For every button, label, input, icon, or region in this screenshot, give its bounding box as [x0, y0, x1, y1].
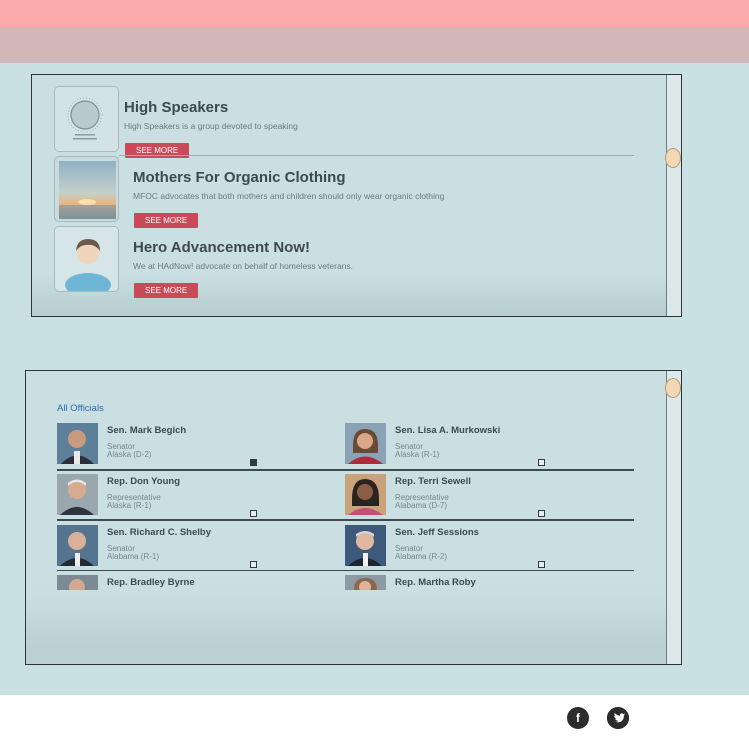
all-officials-link[interactable]: All Officials	[57, 403, 104, 414]
org-card-hero-advancement-now: Hero Advancement Now! We at HAdNow! advo…	[54, 226, 654, 298]
org-description: We at HAdNow! advocate on behalf of home…	[133, 261, 354, 271]
official-district: Alabama (D-7)	[395, 501, 448, 510]
see-more-button[interactable]: SEE MORE	[134, 283, 199, 298]
official-photo	[57, 423, 98, 464]
official-photo	[345, 423, 386, 464]
official-district: Alaska (R-1)	[395, 450, 440, 459]
official-photo	[345, 474, 386, 515]
org-description: MFOC advocates that both mothers and chi…	[133, 191, 445, 201]
select-checkbox[interactable]	[538, 459, 545, 466]
scroll-knob[interactable]	[665, 148, 681, 168]
official-district: Alaska (D-2)	[107, 450, 152, 459]
scrollbar[interactable]	[666, 75, 681, 316]
official-photo	[345, 525, 386, 566]
org-name: High Speakers	[124, 99, 229, 116]
facebook-icon[interactable]: f	[567, 707, 589, 729]
list-fade-overlay	[26, 589, 666, 664]
row-divider	[57, 519, 634, 521]
org-logo-high-speakers	[54, 86, 119, 152]
official-card[interactable]: Rep. Don Young Representative Alaska (R-…	[57, 474, 345, 522]
select-checkbox[interactable]	[250, 459, 257, 466]
official-district: Alabama (R-1)	[107, 552, 160, 561]
official-photo	[57, 575, 98, 590]
official-name: Sen. Lisa A. Murkowski	[395, 425, 501, 436]
official-photo	[345, 575, 386, 590]
org-logo-mothers-organic-clothing	[54, 156, 119, 222]
org-logo-hero-advancement	[54, 226, 119, 292]
official-district: Alaska (R-1)	[107, 501, 152, 510]
official-name: Rep. Don Young	[107, 476, 181, 487]
org-card-high-speakers: High Speakers High Speakers is a group d…	[54, 86, 654, 158]
select-checkbox[interactable]	[250, 510, 257, 517]
select-checkbox[interactable]	[538, 561, 545, 568]
row-divider	[57, 570, 634, 571]
scroll-knob[interactable]	[665, 378, 681, 398]
scrollbar[interactable]	[666, 371, 681, 664]
select-checkbox[interactable]	[538, 510, 545, 517]
header-nav-bar	[0, 27, 749, 63]
official-card[interactable]: Sen. Mark Begich Senator Alaska (D-2)	[57, 423, 345, 471]
org-card-mothers-organic-clothing: Mothers For Organic Clothing MFOC advoca…	[54, 156, 654, 228]
official-card[interactable]: Sen. Jeff Sessions Senator Alabama (R-2)	[345, 525, 633, 573]
organizations-panel: High Speakers High Speakers is a group d…	[31, 74, 682, 317]
org-name: Hero Advancement Now!	[133, 239, 310, 256]
official-name: Rep. Martha Roby	[395, 577, 476, 588]
officials-panel: All Officials Sen. Mark Begich Senator A…	[25, 370, 682, 665]
official-name: Rep. Terri Sewell	[395, 476, 471, 487]
official-card[interactable]: Sen. Lisa A. Murkowski Senator Alaska (R…	[345, 423, 633, 471]
row-divider	[57, 469, 634, 471]
official-district: Alabama (R-2)	[395, 552, 448, 561]
official-photo	[57, 525, 98, 566]
header-top-bar	[0, 0, 749, 27]
official-name: Rep. Bradley Byrne	[107, 577, 195, 588]
official-name: Sen. Richard C. Shelby	[107, 527, 211, 538]
footer: f	[0, 695, 749, 737]
official-card[interactable]: Rep. Terri Sewell Representative Alabama…	[345, 474, 633, 522]
official-card[interactable]: Sen. Richard C. Shelby Senator Alabama (…	[57, 525, 345, 573]
select-checkbox[interactable]	[250, 561, 257, 568]
official-name: Sen. Mark Begich	[107, 425, 187, 436]
twitter-icon[interactable]	[607, 707, 629, 729]
official-photo	[57, 474, 98, 515]
org-name: Mothers For Organic Clothing	[133, 169, 346, 186]
official-name: Sen. Jeff Sessions	[395, 527, 479, 538]
org-description: High Speakers is a group devoted to spea…	[124, 121, 298, 131]
